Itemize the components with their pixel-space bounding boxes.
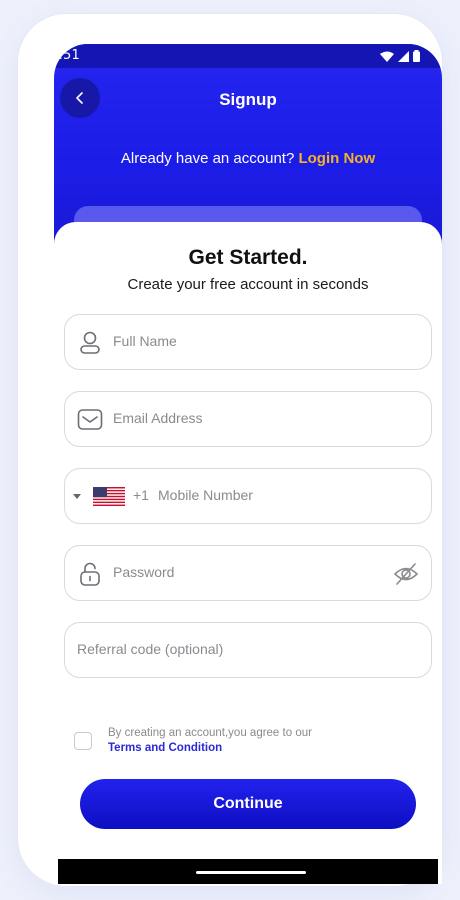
referral-code-field[interactable]: Referral code (optional): [64, 622, 432, 678]
status-icons: [380, 50, 420, 62]
email-placeholder: Email Address: [113, 410, 203, 426]
status-time: 3:51: [54, 48, 80, 63]
battery-icon: [413, 50, 420, 62]
form-heading: Get Started.: [188, 246, 308, 269]
email-field[interactable]: Email Address: [64, 391, 432, 447]
us-flag-icon[interactable]: [93, 487, 125, 506]
mail-icon: [77, 409, 103, 430]
header-area: 3:51 Signup Already have an account? Log…: [54, 44, 442, 246]
password-placeholder: Password: [113, 564, 175, 580]
form-subheading: Create your free account in seconds: [127, 276, 369, 293]
wifi-icon: [380, 51, 394, 62]
eye-off-icon[interactable]: [393, 562, 419, 586]
page-title: Signup: [219, 90, 277, 109]
status-bar: 3:51: [54, 44, 442, 68]
system-nav-bar: [58, 859, 438, 884]
login-prompt-text: Already have an account?: [120, 150, 295, 167]
password-field[interactable]: Password: [64, 545, 432, 601]
country-code: +1: [133, 487, 149, 503]
mobile-placeholder: Mobile Number: [158, 487, 253, 503]
referral-placeholder: Referral code (optional): [77, 641, 224, 657]
app-screen: 3:51 Signup Already have an account? Log…: [54, 44, 442, 884]
terms-checkbox[interactable]: [74, 732, 92, 750]
agreement-text: By creating an account,you agree to our: [108, 727, 312, 739]
login-now-link[interactable]: Login Now: [298, 150, 375, 167]
mobile-field[interactable]: +1 Mobile Number: [64, 468, 432, 524]
user-icon: [80, 331, 100, 354]
country-dropdown-caret-icon[interactable]: [73, 494, 81, 499]
home-indicator[interactable]: [196, 871, 306, 874]
continue-button[interactable]: Continue: [80, 779, 416, 829]
full-name-placeholder: Full Name: [113, 333, 177, 349]
signup-card: Get Started. Create your free account in…: [54, 222, 442, 884]
full-name-field[interactable]: Full Name: [64, 314, 432, 370]
terms-agreement: By creating an account,you agree to our …: [108, 726, 312, 756]
login-prompt: Already have an account? Login Now: [54, 150, 442, 167]
phone-frame: 3:51 Signup Already have an account? Log…: [18, 14, 442, 886]
signal-icon: [398, 50, 409, 62]
terms-link[interactable]: Terms and Condition: [108, 741, 312, 756]
lock-icon: [80, 562, 100, 586]
